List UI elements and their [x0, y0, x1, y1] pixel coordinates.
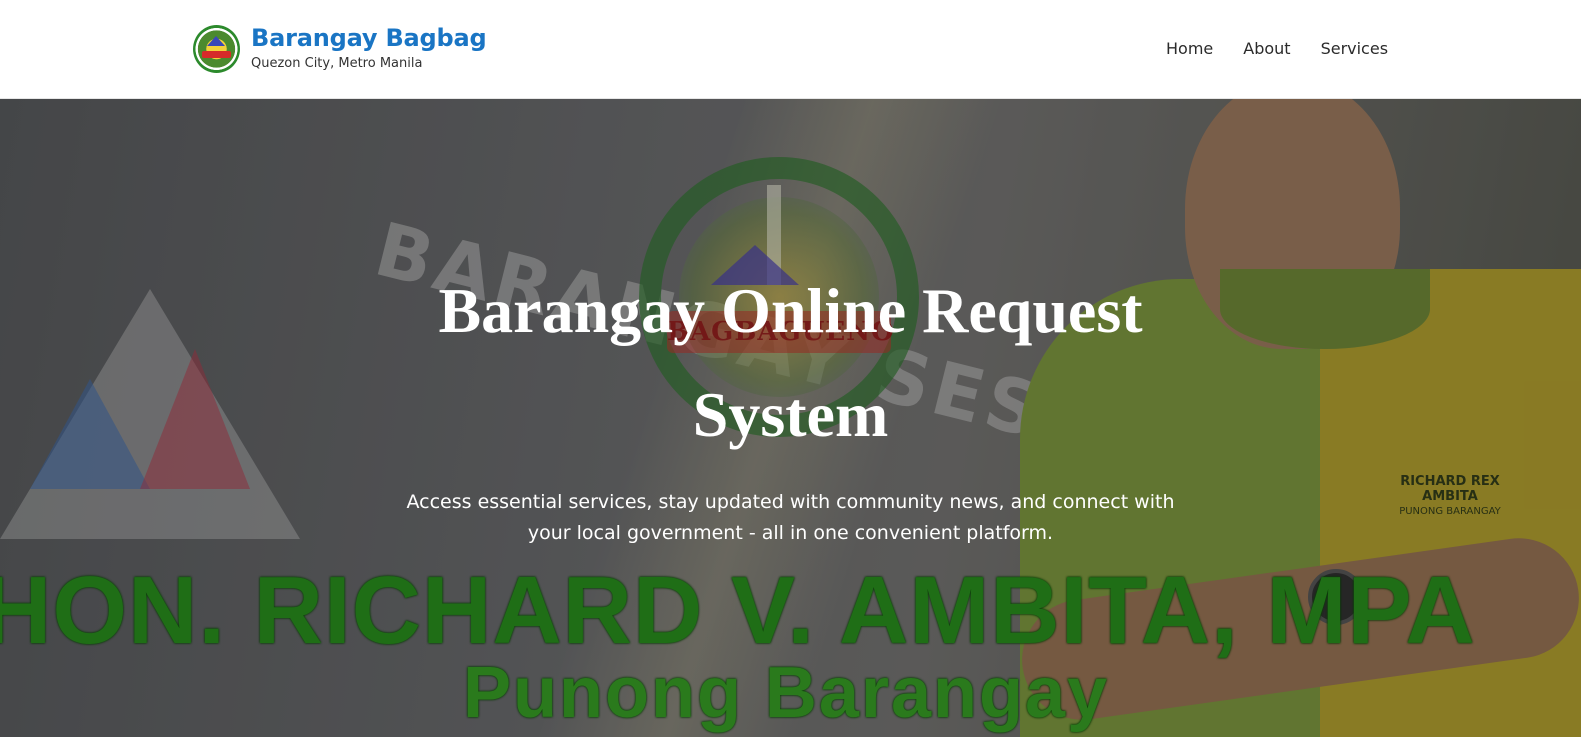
- hero-content: Barangay Online Request System Access es…: [0, 259, 1581, 549]
- nav-services-link[interactable]: Services: [1321, 38, 1388, 60]
- site-header: Barangay Bagbag Quezon City, Metro Manil…: [0, 0, 1581, 99]
- barangay-logo-icon[interactable]: [193, 24, 240, 73]
- logo-band-shape: [202, 50, 231, 58]
- brand[interactable]: Barangay Bagbag Quezon City, Metro Manil…: [193, 24, 487, 73]
- brand-title[interactable]: Barangay Bagbag: [251, 24, 487, 52]
- hero-description: Access essential services, stay updated …: [406, 491, 1175, 544]
- brand-text: Barangay Bagbag Quezon City, Metro Manil…: [251, 24, 487, 73]
- logo-roof-shape: [207, 35, 225, 46]
- hero-title: Barangay Online Request System: [438, 275, 1143, 450]
- main-nav: Home About Services: [1166, 38, 1388, 60]
- nav-about-link[interactable]: About: [1243, 38, 1290, 60]
- hero-section: BARANGAY SESSION HALL RICHARD REX AMBITA…: [0, 99, 1581, 737]
- official-name-banner: HON. RICHARD V. AMBITA, MPA: [0, 557, 1476, 664]
- brand-subtitle: Quezon City, Metro Manila: [251, 56, 423, 71]
- nav-home-link[interactable]: Home: [1166, 38, 1213, 60]
- official-title-banner: Punong Barangay: [463, 653, 1110, 733]
